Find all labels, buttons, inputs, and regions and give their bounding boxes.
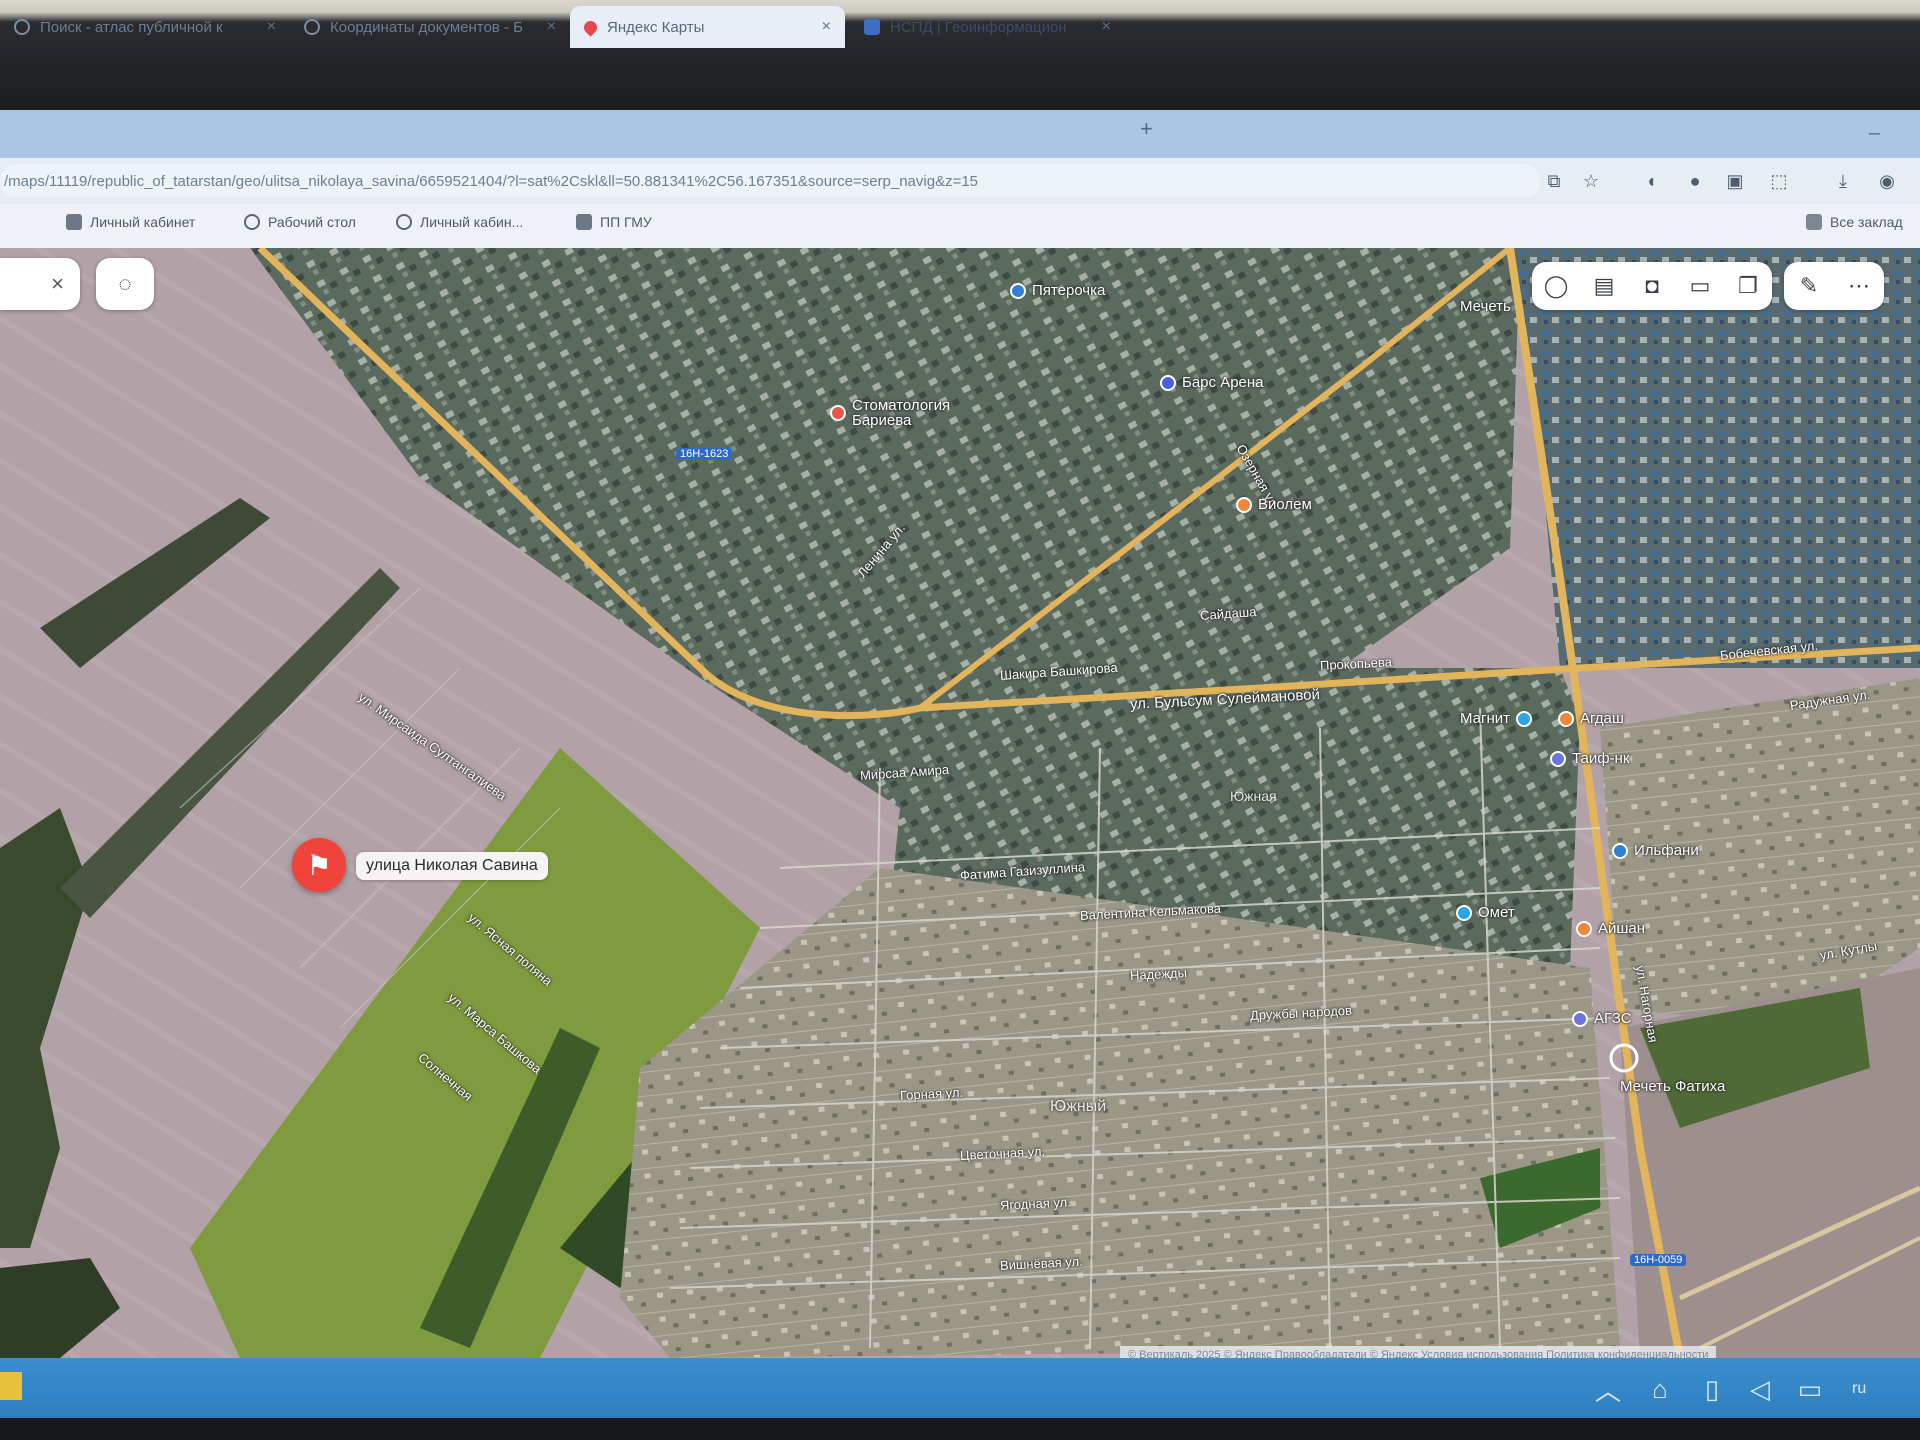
poi-violem[interactable]: Виолем (1236, 496, 1312, 513)
taskbar (0, 1358, 1920, 1418)
all-bookmarks[interactable]: Все заклад (1806, 214, 1903, 230)
download-icon[interactable]: ⤓ (1832, 170, 1854, 192)
extension-shield-icon[interactable]: ◖ (1640, 170, 1662, 192)
poi-magnit[interactable]: Магнит (1460, 710, 1538, 727)
shop-icon (1576, 920, 1592, 937)
pin-label[interactable]: улица Николая Савина (356, 852, 548, 880)
extensions-puzzle-icon[interactable]: ⬚ (1768, 170, 1790, 192)
poi-mosque[interactable]: Мечеть (1460, 298, 1511, 315)
globe-icon (244, 214, 260, 230)
tab-nspd[interactable]: НСПД | Геоинформацион × (850, 6, 1125, 48)
bookmark-pp-gmu[interactable]: ПП ГМУ (576, 214, 652, 230)
new-tab-button[interactable]: + (1140, 116, 1153, 142)
camera-icon[interactable]: ◘ (1630, 264, 1674, 308)
profile-icon[interactable]: ◉ (1876, 170, 1898, 192)
globe-icon (304, 19, 320, 35)
shield-icon (576, 214, 592, 230)
bookmark-personal-cabinet-2[interactable]: Личный кабин... (396, 214, 523, 230)
shop-icon (1236, 496, 1252, 513)
district-label: Южный (1050, 1098, 1107, 1115)
address-bar[interactable]: /maps/11119/republic_of_tatarstan/geo/ul… (0, 164, 1540, 198)
close-icon[interactable]: × (822, 18, 831, 36)
map-layer-icon[interactable]: ▤ (1582, 264, 1626, 308)
district-label: Южная (1230, 788, 1277, 804)
close-icon[interactable]: × (267, 18, 276, 36)
map-layers-toolbar: ◯ ▤ ◘ ▭ ❐ (1532, 262, 1772, 310)
bus-icon[interactable]: ▭ (1678, 264, 1722, 308)
feedback-chat-button[interactable]: ◌ (96, 258, 154, 310)
close-icon[interactable]: × (547, 18, 556, 36)
poi-dentistry[interactable]: Стоматология Бариева (830, 398, 962, 428)
poi-bars-arena[interactable]: Барс Арена (1160, 374, 1264, 391)
shop-icon (1516, 710, 1533, 727)
ruler-icon[interactable]: ✎ (1787, 264, 1831, 308)
map-extra-toolbar: ✎ ⋯ (1784, 262, 1884, 310)
stadium-icon (1160, 374, 1176, 391)
usb-icon[interactable]: ▯ (1696, 1374, 1728, 1404)
shop-icon (1612, 842, 1628, 859)
poi-ilfani[interactable]: Ильфани (1612, 842, 1699, 859)
tab-coordinates[interactable]: Координаты документов - Б × (290, 6, 570, 48)
tab-bar (0, 110, 1920, 158)
tab-yandex-maps[interactable]: Яндекс Карты × (570, 6, 845, 48)
map-pin-icon (581, 17, 600, 37)
layers-icon (864, 19, 880, 35)
poi-agzs[interactable]: АГЗС (1572, 1010, 1632, 1027)
minimize-icon[interactable]: – (1869, 122, 1880, 145)
chevron-up-icon[interactable]: ︿ (1592, 1374, 1624, 1406)
poi-pyaterochka[interactable]: Пятерочка (1010, 282, 1105, 299)
poi-mosque-fatiha[interactable]: Мечеть Фатиха (1620, 1078, 1725, 1095)
fuel-icon (1572, 1010, 1588, 1027)
street-label: Надежды (1129, 965, 1188, 983)
road-shield: 16Н-0059 (1630, 1254, 1687, 1266)
more-icon[interactable]: ⋯ (1837, 264, 1881, 308)
tooth-icon (830, 405, 846, 421)
tab-search[interactable]: Поиск - атлас публичной к × (0, 6, 290, 48)
folder-icon (1806, 214, 1822, 230)
signpost-icon: ⚑ (306, 849, 332, 881)
road-shield: 16Н-1623 (676, 448, 733, 460)
bookmark-desktop[interactable]: Рабочий стол (244, 214, 356, 230)
language-indicator[interactable]: ru (1852, 1380, 1866, 1398)
close-search-button[interactable]: × (0, 258, 80, 310)
speaker-muted-icon[interactable]: ◁ (1744, 1374, 1776, 1404)
layers-icon[interactable]: ❐ (1726, 264, 1770, 308)
bookmark-personal-cabinet[interactable]: Личный кабинет (66, 214, 195, 230)
extension-k-icon[interactable]: ▣ (1724, 170, 1746, 192)
monitor-bezel-bottom (0, 1418, 1920, 1440)
map-copyright[interactable]: © Вертикаль 2025 © Яндекс Правообладател… (1120, 1346, 1717, 1358)
start-button[interactable] (0, 1372, 22, 1400)
location-pin[interactable]: ⚑ (292, 838, 346, 892)
panorama-icon[interactable]: ◯ (1534, 264, 1578, 308)
poi-aishan[interactable]: Айшан (1576, 920, 1645, 937)
close-icon[interactable]: × (1102, 18, 1111, 36)
shop-icon (1010, 282, 1026, 299)
poi-taif[interactable]: Таиф-нк (1550, 750, 1629, 767)
fuel-icon (1550, 750, 1566, 767)
install-app-icon[interactable]: ⧉ (1543, 170, 1565, 192)
shop-icon (1456, 904, 1472, 921)
page-icon (14, 19, 30, 35)
bookmark-star-icon[interactable]: ☆ (1580, 170, 1602, 192)
extension-icon[interactable]: ● (1684, 170, 1706, 192)
monitor-icon[interactable]: ▭ (1794, 1374, 1826, 1404)
square-icon (66, 214, 82, 230)
gamepad-icon[interactable]: ⌂ (1644, 1374, 1676, 1404)
satellite-map[interactable]: 16Н-1623 16Н-0059 ул. Бульсум Сулейманов… (0, 248, 1920, 1358)
poi-agdash[interactable]: Агдаш (1558, 710, 1624, 727)
shop-icon (1558, 710, 1574, 727)
poi-omet[interactable]: Омет (1456, 904, 1515, 921)
globe-icon (396, 214, 412, 230)
